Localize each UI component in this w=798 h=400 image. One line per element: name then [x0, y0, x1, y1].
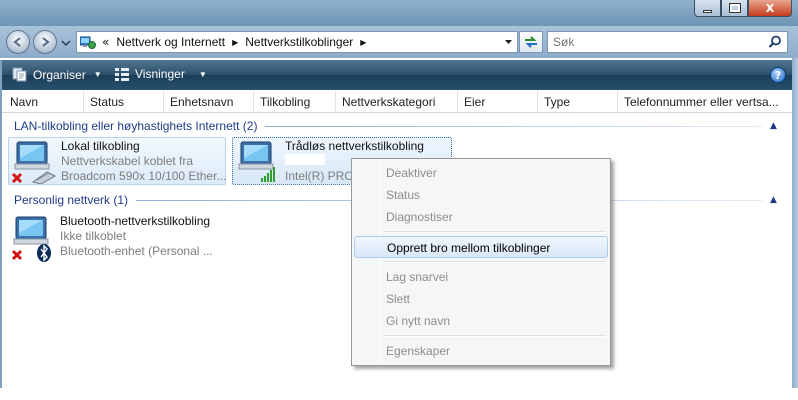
bluetooth-adapter-icon [11, 216, 51, 262]
menu-item-deaktiver[interactable]: Deaktiver [354, 162, 608, 184]
item-text: Bluetooth-nettverkstilkobling Ikke tilko… [60, 214, 213, 259]
organize-label: Organiser [33, 67, 86, 82]
help-button[interactable]: ? [770, 67, 786, 83]
column-header-status[interactable]: Status [84, 91, 164, 113]
menu-item-egenskaper[interactable]: Egenskaper [354, 340, 608, 362]
breadcrumb-separator-icon[interactable]: ▶ [360, 38, 366, 47]
connection-status: Ikke tilkoblet [60, 229, 127, 243]
column-headers: Navn Status Enhetsnavn Tilkobling Nettve… [2, 91, 792, 113]
context-menu: Deaktiver Status Diagnostiser Opprett br… [351, 158, 611, 366]
menu-separator [384, 231, 606, 233]
organize-icon [12, 67, 27, 82]
minimize-icon [703, 9, 712, 13]
list-item-bluetooth-nettverkstilkobling[interactable]: Bluetooth-nettverkstilkobling Ikke tilko… [8, 213, 226, 262]
group-header-lan[interactable]: LAN-tilkobling eller høyhastighets Inter… [2, 117, 792, 135]
command-bar: Organiser ▼ Visninger ▼ ? [2, 60, 792, 90]
list-item-lokal-tilkobling[interactable]: Lokal tilkobling Nettverkskabel koblet f… [8, 137, 226, 185]
breadcrumb-separator-icon[interactable]: ▶ [232, 38, 238, 47]
menu-item-status[interactable]: Status [354, 184, 608, 206]
connection-name: Bluetooth-nettverkstilkobling [60, 214, 211, 228]
minimize-button[interactable] [694, 0, 721, 17]
back-icon [13, 37, 21, 47]
column-header-owner[interactable]: Eier [458, 91, 538, 113]
menu-separator [384, 335, 606, 337]
item-text: Lokal tilkobling Nettverkskabel koblet f… [61, 139, 226, 184]
menu-item-gi-nytt-navn[interactable]: Gi nytt navn [354, 310, 608, 332]
search-icon[interactable] [768, 35, 782, 49]
column-header-type[interactable]: Type [538, 91, 618, 113]
views-icon [115, 68, 129, 81]
network-folder-icon [79, 35, 96, 49]
views-dropdown-icon: ▼ [198, 69, 207, 79]
group-divider [265, 125, 762, 127]
collapse-icon[interactable]: ▲ [770, 195, 784, 205]
views-label: Visninger [135, 67, 185, 81]
organize-button[interactable]: Organiser ▼ [12, 67, 102, 82]
connection-name: Lokal tilkobling [61, 139, 140, 153]
lan-adapter-icon [11, 141, 57, 184]
views-button[interactable]: Visninger ▼ [114, 67, 207, 81]
collapse-icon[interactable]: ▲ [770, 121, 784, 131]
connection-status: Nettverkskabel koblet fra [61, 154, 194, 168]
column-header-name[interactable]: Navn [4, 91, 84, 113]
column-header-device[interactable]: Enhetsnavn [164, 91, 254, 113]
forward-button[interactable] [33, 30, 57, 54]
group-title: LAN-tilkobling eller høyhastighets Inter… [14, 119, 258, 133]
connection-name: Trådløs nettverkstilkobling [285, 139, 424, 153]
menu-item-slett[interactable]: Slett [354, 288, 608, 310]
menu-item-opprett-bro[interactable]: Opprett bro mellom tilkoblinger [354, 236, 608, 258]
maximize-icon [728, 3, 741, 13]
close-icon: X [765, 1, 775, 15]
menu-item-diagnostiser[interactable]: Diagnostiser [354, 206, 608, 228]
column-header-connection[interactable]: Tilkobling [254, 91, 336, 113]
back-button[interactable] [6, 30, 30, 54]
address-bar[interactable]: « Nettverk og Internett ▶ Nettverkstilko… [76, 31, 518, 53]
window-bottom [0, 388, 798, 400]
window-frame-right [792, 58, 798, 390]
column-header-phone-host[interactable]: Telefonnummer eller vertsa... [618, 91, 792, 113]
caption-buttons: X [694, 0, 792, 17]
recent-pages-dropdown[interactable] [61, 38, 71, 48]
breadcrumb-network-internet[interactable]: Nettverk og Internett [116, 35, 225, 49]
menu-separator [384, 261, 606, 263]
search-input[interactable] [553, 35, 753, 49]
breadcrumb-overflow[interactable]: « [102, 35, 109, 49]
close-button[interactable]: X [748, 0, 792, 17]
maximize-button[interactable] [721, 0, 748, 17]
connection-device: Bluetooth-enhet (Personal ... [60, 244, 213, 258]
menu-item-lag-snarvei[interactable]: Lag snarvei [354, 266, 608, 288]
refresh-button[interactable] [519, 31, 543, 53]
address-row: « Nettverk og Internett ▶ Nettverkstilko… [0, 26, 798, 58]
connection-device: Broadcom 590x 10/100 Ether... [61, 169, 227, 183]
wireless-adapter-icon [238, 141, 275, 182]
group-title: Personlig nettverk (1) [14, 193, 129, 207]
window-titlebar: X [0, 0, 798, 26]
organize-dropdown-icon: ▼ [93, 70, 102, 79]
breadcrumb-network-connections[interactable]: Nettverkstilkoblinger [245, 35, 353, 49]
search-box[interactable] [547, 31, 788, 53]
refresh-icon [525, 36, 537, 48]
address-dropdown-icon[interactable] [504, 38, 513, 47]
column-header-network-category[interactable]: Nettverkskategori [336, 91, 458, 113]
forward-icon [42, 37, 50, 47]
help-icon: ? [774, 68, 782, 82]
